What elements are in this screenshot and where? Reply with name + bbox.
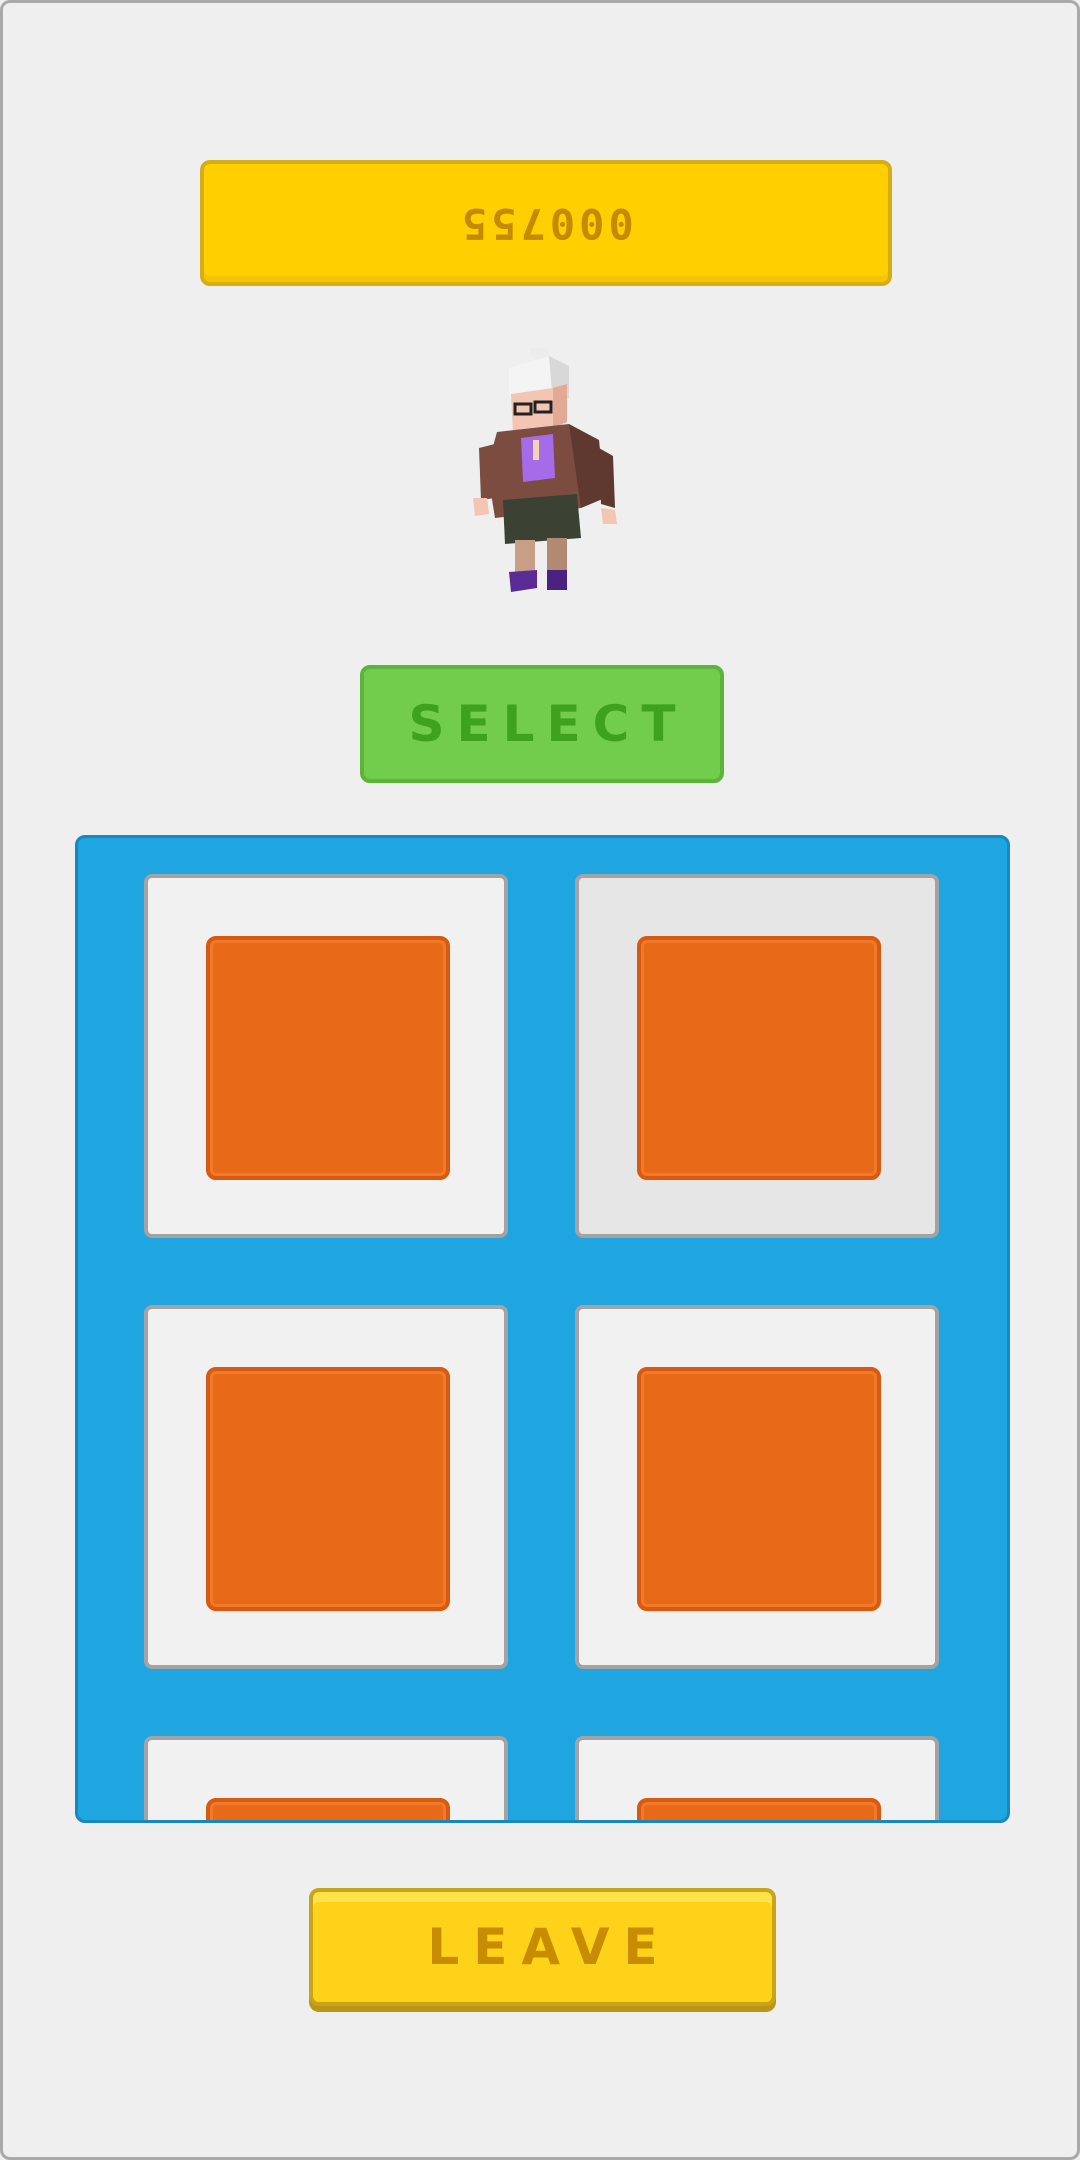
orange-block-icon bbox=[637, 1798, 881, 1820]
orange-block-icon bbox=[206, 1367, 450, 1611]
leave-button-label: LEAVE bbox=[427, 1918, 672, 1976]
orange-block-icon bbox=[206, 936, 450, 1180]
grid-tile-selected[interactable] bbox=[575, 874, 939, 1238]
orange-block-icon bbox=[637, 936, 881, 1180]
grid-tile[interactable] bbox=[144, 874, 508, 1238]
grid-tile[interactable] bbox=[144, 1736, 508, 1820]
character-preview bbox=[473, 348, 617, 592]
screen-frame: 000755 SELECT LEAVE bbox=[0, 0, 1080, 2160]
character-grid[interactable] bbox=[75, 835, 1010, 1823]
orange-block-icon bbox=[206, 1798, 450, 1820]
coin-counter-value: 000755 bbox=[458, 198, 634, 248]
grid-tile[interactable] bbox=[144, 1305, 508, 1669]
select-button[interactable]: SELECT bbox=[360, 665, 724, 783]
grid-tile[interactable] bbox=[575, 1305, 939, 1669]
select-button-label: SELECT bbox=[408, 695, 688, 753]
grid-tile[interactable] bbox=[575, 1736, 939, 1820]
leave-button[interactable]: LEAVE bbox=[309, 1888, 776, 2006]
coin-counter: 000755 bbox=[200, 160, 892, 286]
orange-block-icon bbox=[637, 1367, 881, 1611]
